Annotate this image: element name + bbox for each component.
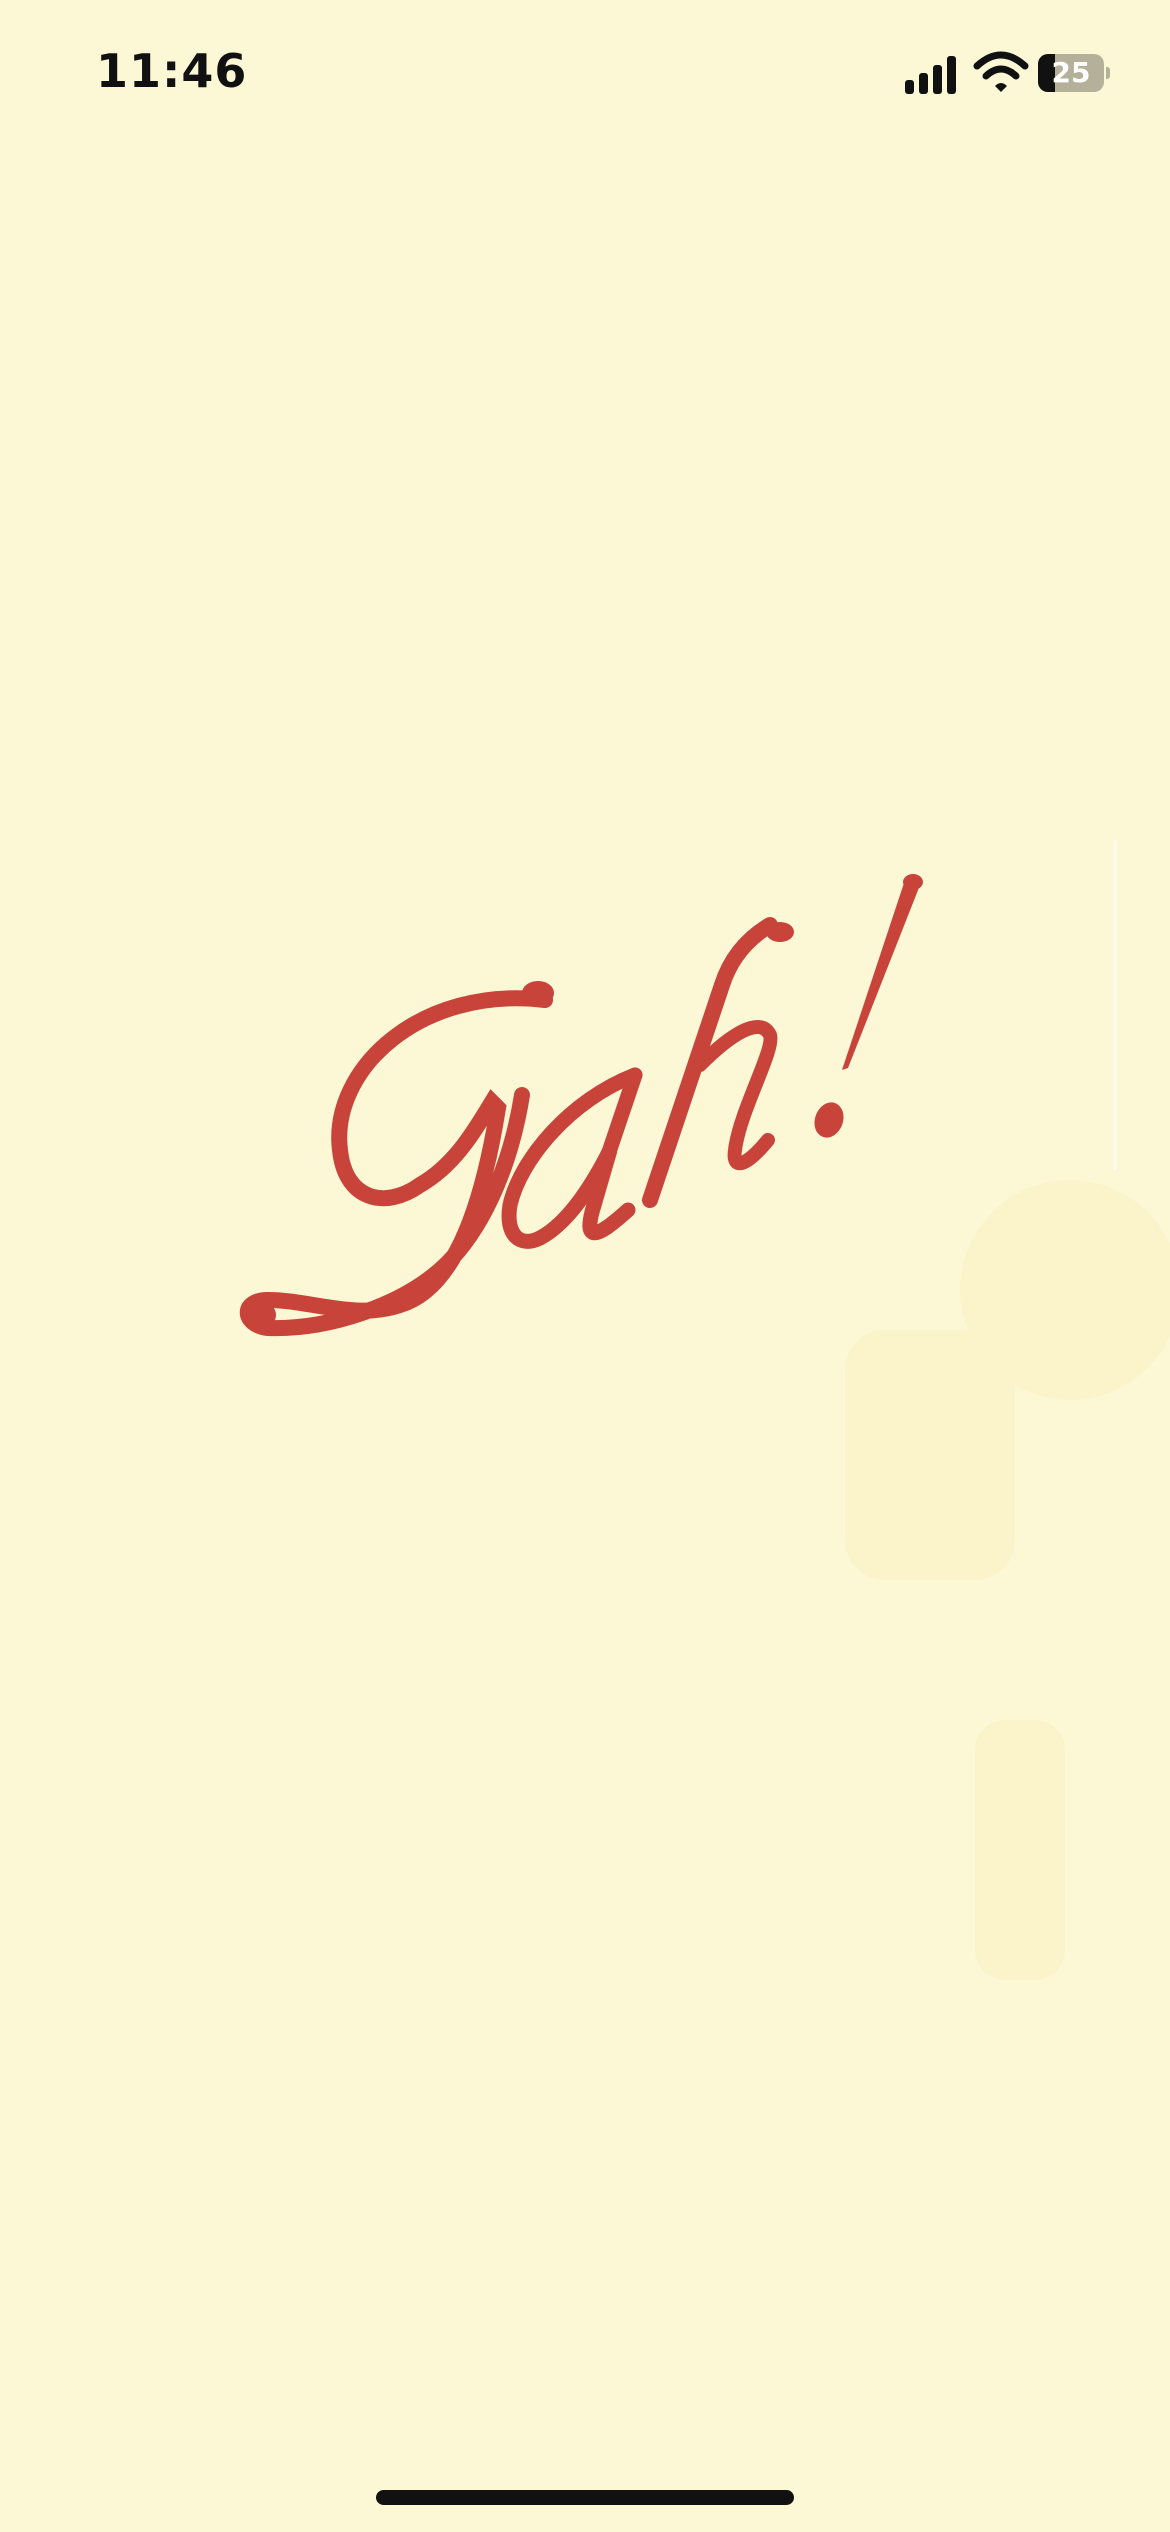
splash-screen: 11:46 25 xyxy=(0,0,1170,2532)
logo-wordmark xyxy=(239,874,923,1337)
home-indicator[interactable] xyxy=(376,2490,794,2505)
app-logo xyxy=(239,840,1170,1980)
